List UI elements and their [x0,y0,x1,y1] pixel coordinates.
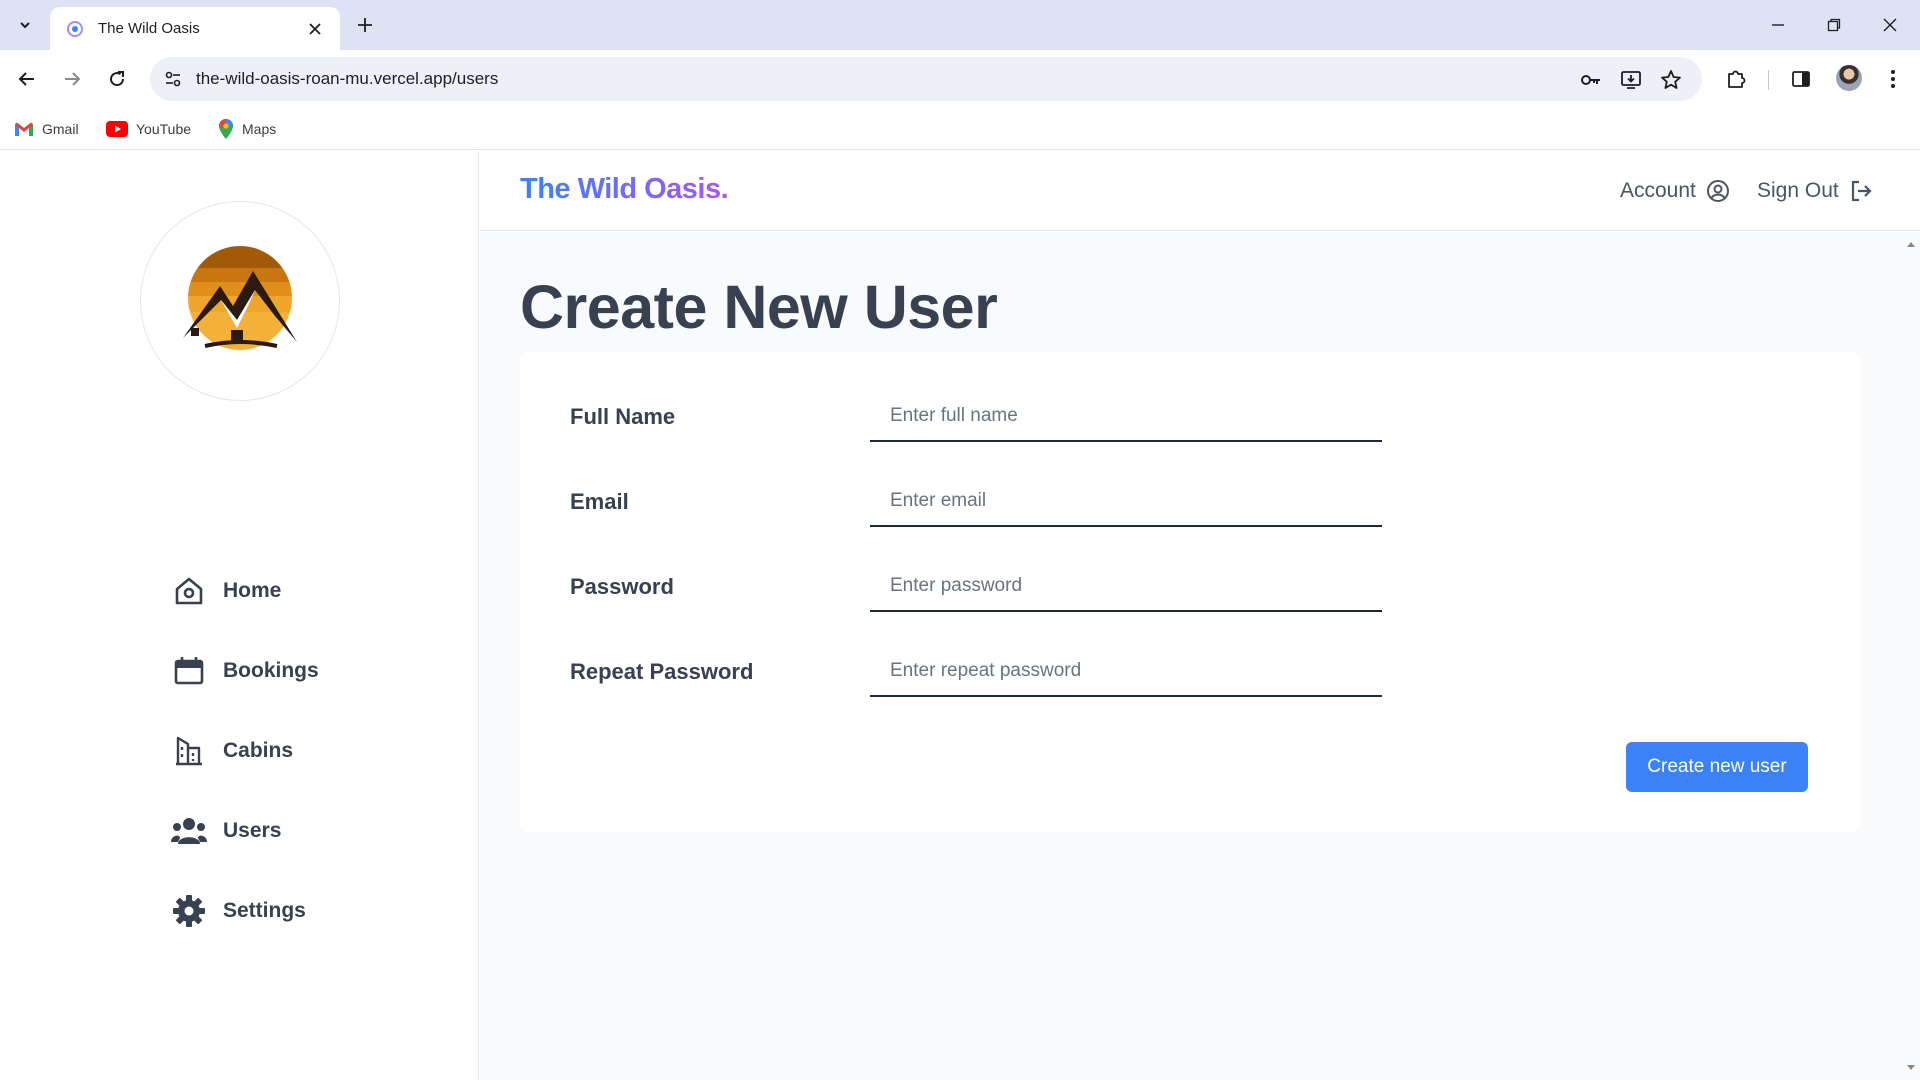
app-logo [140,201,340,401]
repeat-password-label: Repeat Password [570,659,754,684]
sign-out-label: Sign Out [1757,179,1839,202]
form-row-email: Email [570,477,1390,527]
address-bar[interactable]: the-wild-oasis-roan-mu.vercel.app/users [150,57,1702,101]
more-vertical-icon [1891,70,1895,88]
email-input[interactable] [870,477,1382,527]
sidebar-item-label: Home [223,579,282,602]
form-row-repeat-password: Repeat Password [570,647,1390,697]
arrow-left-icon [18,72,34,86]
sidebar-item-users[interactable]: Users [170,811,319,851]
minimize-icon [1772,24,1784,26]
favicon-icon [67,20,83,37]
user-circle-icon [1706,180,1729,202]
minimize-button[interactable] [1750,0,1806,50]
brand-title[interactable]: The Wild Oasis. [520,173,729,206]
full-name-input[interactable] [870,392,1382,442]
account-link[interactable]: Account [1620,179,1730,203]
side-panel-button[interactable] [1784,62,1818,96]
reload-icon [110,71,125,87]
calendar-icon [170,652,208,690]
tab-close-button[interactable] [304,18,326,40]
gear-icon [170,892,208,930]
sidebar-nav: Home Bookings Cabins Users Settings [170,571,319,971]
sidebar: Home Bookings Cabins Users Settings [0,151,479,1080]
maps-pin-icon [219,119,233,139]
install-app-button[interactable] [1618,67,1644,93]
sidebar-item-home[interactable]: Home [170,571,319,611]
chevron-down-icon [20,22,30,29]
restore-button[interactable] [1806,0,1862,50]
password-key-button[interactable] [1578,67,1604,93]
bookmark-label: Maps [242,121,277,137]
bookmark-maps[interactable]: Maps [218,116,276,142]
bookmarks-bar: Gmail YouTube Maps [0,108,1920,150]
sidebar-item-cabins[interactable]: Cabins [170,731,319,771]
browser-menu-button[interactable] [1876,62,1910,96]
profile-avatar[interactable] [1836,65,1862,91]
building-icon [170,732,208,770]
bookmark-youtube[interactable]: YouTube [106,116,191,142]
extensions-button[interactable] [1719,62,1753,96]
close-icon [1883,18,1897,32]
puzzle-icon [1728,70,1746,88]
gmail-icon [15,122,33,136]
form-row-full-name: Full Name [570,392,1390,442]
tab-search-button[interactable] [8,9,42,41]
window-close-button[interactable] [1862,0,1918,50]
page-title: Create New User [520,273,998,341]
scroll-up-arrow-icon [1907,242,1915,247]
bookmark-gmail[interactable]: Gmail [14,116,79,142]
side-panel-icon [1792,71,1810,87]
mountain-logo-icon [183,246,297,350]
new-tab-button[interactable] [350,10,380,40]
create-user-form: Full Name Email Password Repeat Password… [520,352,1860,832]
tune-icon [165,71,181,87]
users-icon [170,812,208,850]
bookmark-star-button[interactable] [1658,67,1684,93]
address-url: the-wild-oasis-roan-mu.vercel.app/users [196,69,499,88]
toolbar-separator [1768,70,1769,90]
close-icon [309,22,321,35]
home-icon [170,572,208,610]
install-icon [1621,71,1641,89]
arrow-right-icon [65,72,81,86]
form-row-password: Password [570,562,1390,612]
star-icon [1661,70,1681,89]
password-input[interactable] [870,562,1382,612]
full-name-label: Full Name [570,404,676,429]
sidebar-item-settings[interactable]: Settings [170,891,319,931]
account-label: Account [1620,179,1696,202]
site-info-button[interactable] [160,66,186,92]
back-button[interactable] [10,62,44,96]
logout-icon [1851,180,1872,202]
repeat-password-input[interactable] [870,647,1382,697]
bookmark-label: YouTube [136,121,192,137]
restore-icon [1827,18,1841,32]
page-scrollbar[interactable] [1902,232,1920,1080]
browser-tabstrip: The Wild Oasis [0,0,1920,50]
youtube-icon [106,121,128,137]
password-label: Password [570,574,674,599]
scroll-down-arrow-icon [1907,1065,1915,1070]
reload-button[interactable] [100,62,134,96]
sidebar-item-label: Cabins [223,739,294,762]
bookmark-label: Gmail [42,121,79,137]
forward-button[interactable] [55,62,89,96]
sidebar-item-label: Bookings [223,659,319,682]
browser-toolbar: the-wild-oasis-roan-mu.vercel.app/users [0,50,1920,108]
browser-tab-active[interactable]: The Wild Oasis [50,7,340,50]
create-user-button[interactable]: Create new user [1626,742,1808,792]
sidebar-item-label: Settings [223,899,306,922]
sidebar-item-bookings[interactable]: Bookings [170,651,319,691]
sidebar-item-label: Users [223,819,282,842]
sign-out-link[interactable]: Sign Out [1757,179,1873,203]
plus-icon [358,18,372,32]
key-icon [1581,75,1600,85]
email-label: Email [570,489,629,514]
tab-title: The Wild Oasis [98,20,200,37]
main-content: Create New User Full Name Email Password… [480,232,1902,1080]
app-header: The Wild Oasis. Account Sign Out [480,151,1920,231]
